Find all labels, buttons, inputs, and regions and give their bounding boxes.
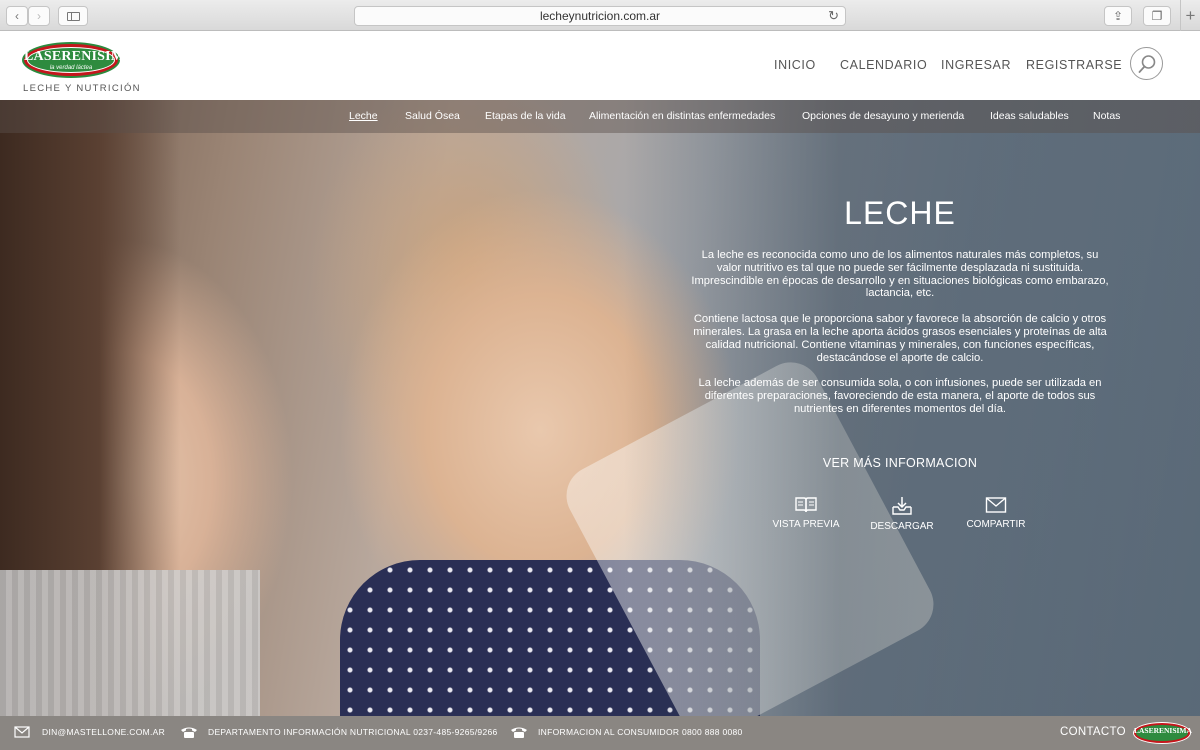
subnav-notas[interactable]: Notas bbox=[1093, 110, 1120, 122]
site-subtitle: LECHE Y NUTRICIÓN bbox=[23, 83, 141, 94]
category-nav: Leche Salud Ósea Etapas de la vida Alime… bbox=[0, 100, 1200, 133]
download-button[interactable]: DESCARGAR bbox=[862, 496, 942, 532]
subnav-leche[interactable]: Leche bbox=[349, 110, 378, 122]
reload-icon[interactable]: ↻ bbox=[828, 7, 839, 25]
subnav-enfermedades[interactable]: Alimentación en distintas enfermedades bbox=[589, 110, 775, 122]
site-footer: DIN@MASTELLONE.COM.AR DEPARTAMENTO INFOR… bbox=[0, 716, 1200, 750]
share-label: COMPARTIR bbox=[966, 519, 1026, 530]
envelope-icon bbox=[14, 726, 30, 738]
back-button[interactable]: ‹ bbox=[6, 6, 28, 26]
footer-consumer-phone: INFORMACION AL CONSUMIDOR 0800 888 0080 bbox=[538, 727, 743, 737]
envelope-icon bbox=[985, 497, 1007, 513]
download-icon bbox=[892, 497, 912, 515]
phone-icon bbox=[181, 727, 197, 738]
preview-label: VISTA PREVIA bbox=[772, 519, 840, 530]
nav-inicio[interactable]: INICIO bbox=[774, 58, 816, 72]
sidebar-toggle-button[interactable] bbox=[58, 6, 88, 26]
phone-icon bbox=[511, 727, 527, 738]
hero-content: LECHE La leche es reconocida como uno de… bbox=[690, 195, 1110, 429]
uses-paragraph: La leche además de ser consumida sola, o… bbox=[698, 377, 1102, 415]
share-email-button[interactable]: COMPARTIR bbox=[956, 496, 1036, 530]
footer-brand-logo[interactable]: LASERENISIMA bbox=[1133, 722, 1192, 744]
address-bar[interactable]: lecheynutricion.com.ar ↻ bbox=[354, 6, 846, 26]
footer-department-phone: DEPARTAMENTO INFORMACIÓN NUTRICIONAL 023… bbox=[208, 727, 498, 737]
url-text: lecheynutricion.com.ar bbox=[539, 9, 661, 23]
intro-paragraph: La leche es reconocida como uno de los a… bbox=[691, 249, 1109, 300]
preview-button[interactable]: VISTA PREVIA bbox=[766, 496, 846, 530]
sidebar-icon bbox=[67, 12, 80, 21]
footer-contact-link[interactable]: CONTACTO bbox=[1060, 726, 1126, 738]
nav-calendario[interactable]: CALENDARIO bbox=[840, 58, 927, 72]
new-tab-button[interactable]: + bbox=[1180, 0, 1200, 31]
footer-logo-text: LASERENISIMA bbox=[1134, 726, 1192, 735]
book-icon bbox=[795, 497, 817, 513]
site-header: LASERENISIMA la verdad láctea LECHE Y NU… bbox=[0, 31, 1200, 100]
more-info-heading: VER MÁS INFORMACION bbox=[822, 456, 978, 470]
nav-ingresar[interactable]: INGRESAR bbox=[941, 58, 1011, 72]
footer-email-link[interactable]: DIN@MASTELLONE.COM.AR bbox=[42, 727, 165, 737]
browser-toolbar: ‹ › lecheynutricion.com.ar ↻ ⇪ ❐ + bbox=[0, 0, 1200, 31]
forward-button[interactable]: › bbox=[28, 6, 50, 26]
logo-brand-text: LASERENISIMA bbox=[24, 49, 135, 64]
search-button[interactable] bbox=[1130, 47, 1163, 80]
logo-tagline: la verdad láctea bbox=[49, 65, 93, 71]
share-button[interactable]: ⇪ bbox=[1104, 6, 1132, 26]
subnav-etapas-vida[interactable]: Etapas de la vida bbox=[485, 110, 566, 122]
subnav-desayuno-merienda[interactable]: Opciones de desayuno y merienda bbox=[802, 110, 964, 122]
brand-logo[interactable]: LASERENISIMA la verdad láctea bbox=[22, 42, 135, 78]
subnav-ideas-saludables[interactable]: Ideas saludables bbox=[990, 110, 1069, 122]
tab-overview-button[interactable]: ❐ bbox=[1143, 6, 1171, 26]
subnav-salud-osea[interactable]: Salud Ósea bbox=[405, 110, 460, 122]
download-label: DESCARGAR bbox=[870, 521, 934, 532]
nav-registrarse[interactable]: REGISTRARSE bbox=[1026, 58, 1122, 72]
page-title: LECHE bbox=[844, 195, 956, 231]
search-icon bbox=[1138, 55, 1156, 73]
lactose-paragraph: Contiene lactosa que le proporciona sabo… bbox=[693, 313, 1107, 364]
